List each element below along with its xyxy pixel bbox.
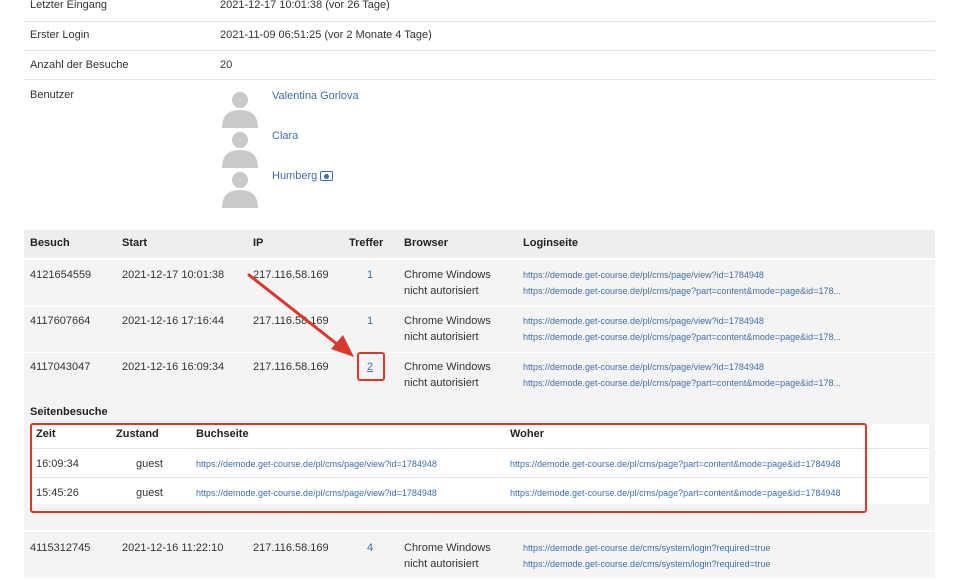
annotation-arrow-icon	[247, 273, 354, 357]
